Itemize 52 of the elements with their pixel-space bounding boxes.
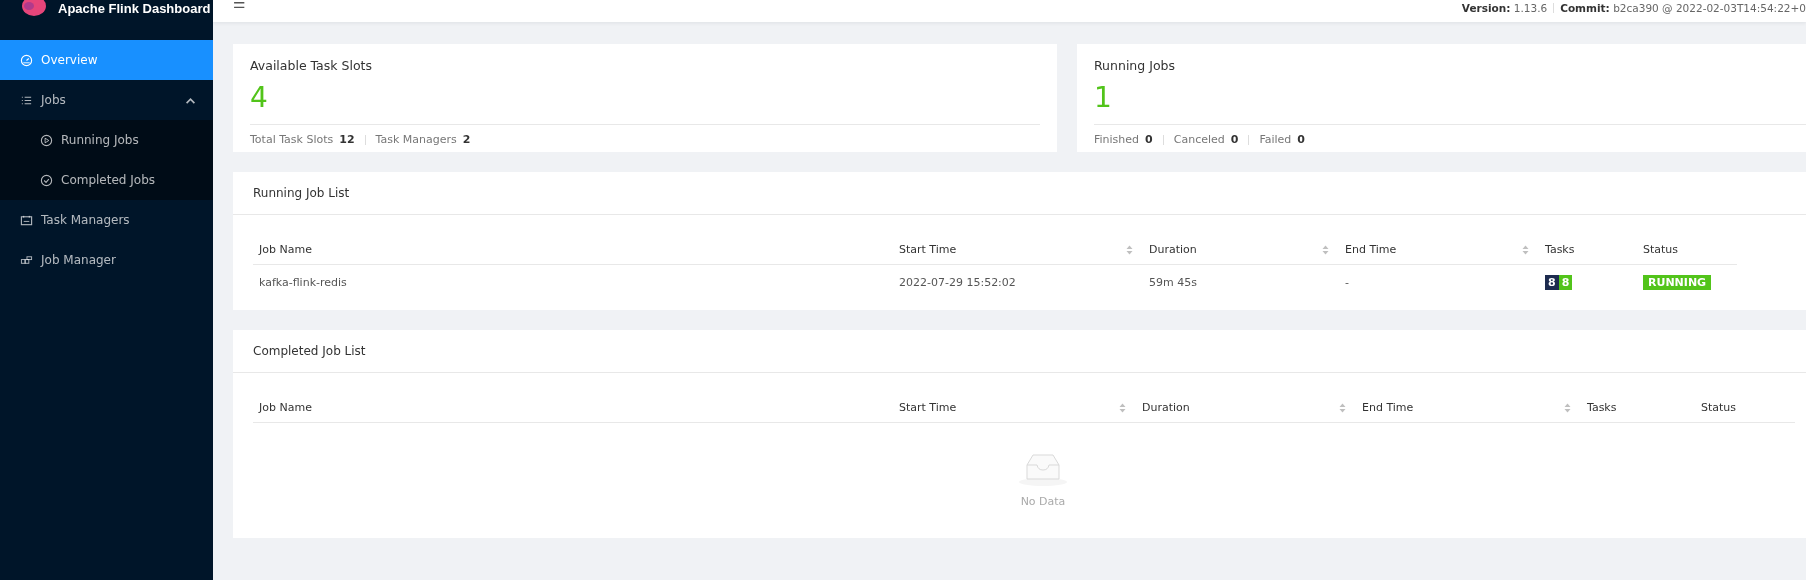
stat-detail: Finished 0 [1094,133,1153,146]
empty-state-text: No Data [1020,495,1066,508]
column-header[interactable]: End Time [1339,235,1539,265]
card-title: Running Job List [253,186,350,200]
stat-detail: Canceled 0 [1173,133,1239,146]
column-header[interactable]: End Time [1356,393,1581,423]
column-header: Job Name [253,235,893,265]
status-badge: RUNNING [1643,275,1712,290]
calendar-icon [20,213,33,227]
stat-title: Available Task Slots [250,58,373,73]
sidebar-item[interactable]: Task Managers [0,200,213,240]
sidebar-item[interactable]: Completed Jobs [0,160,213,200]
column-header: Status [1637,235,1737,265]
table-cell-text: 59m 45s [1148,275,1198,291]
column-header[interactable]: Duration [1136,393,1356,423]
sort-icon[interactable] [1126,244,1133,255]
table-cell-text: 2022-07-29 15:52:02 [898,275,1017,291]
stat-detail: Total Task Slots 12 [250,133,355,146]
sidebar-item[interactable]: Job Manager [0,240,213,280]
stat-value: 4 [250,73,1040,125]
stat-title: Running Jobs [1094,58,1176,73]
table-cell-text: - [1344,275,1350,291]
dashboard-icon [20,53,33,67]
column-header: Tasks [1539,235,1637,265]
sidebar-item[interactable]: Running Jobs [0,120,213,160]
column-header: Job Name [253,393,893,423]
sort-icon[interactable] [1322,244,1329,255]
card-title: Completed Job List [253,344,366,358]
column-header: Status [1695,393,1795,423]
empty-inbox-icon [1017,451,1069,487]
blocks-icon [20,253,33,267]
squirrel-logo-icon [20,0,48,18]
version-label: Version: 1.13.6 [1461,2,1548,14]
sidebar-item[interactable]: Jobs [0,80,213,120]
stat-detail: Failed 0 [1259,133,1305,146]
sort-icon[interactable] [1522,244,1529,255]
check-circle-icon [40,173,53,187]
stat-value: 1 [1094,73,1806,125]
app-title: Apache Flink Dashboard [58,1,211,16]
column-header[interactable]: Duration [1143,235,1339,265]
column-header: Tasks [1581,393,1695,423]
commit-label: Commit: b2ca390 @ 2022-02-03T14:54:22+0 [1560,2,1806,14]
menu-icon[interactable]: ☰ [233,0,246,10]
column-header[interactable]: Start Time [893,393,1136,423]
sort-icon[interactable] [1119,402,1126,413]
column-header[interactable]: Start Time [893,235,1143,265]
play-circle-icon [40,133,53,147]
sort-icon[interactable] [1339,402,1346,413]
task-count-badge: 8 [1545,275,1559,290]
stat-detail: Task Managers 2 [375,133,471,146]
table-cell-text: kafka-flink-redis [258,275,348,291]
sort-icon[interactable] [1564,402,1571,413]
